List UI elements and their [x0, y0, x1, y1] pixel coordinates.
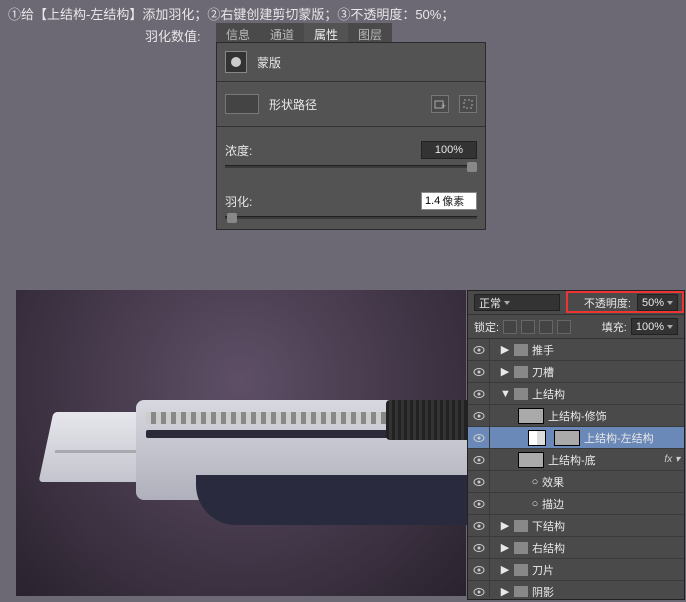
- folder-icon: [514, 586, 528, 598]
- visibility-eye-icon[interactable]: [468, 427, 490, 448]
- folder-icon: [514, 388, 528, 400]
- folder-icon: [514, 542, 528, 554]
- layer-tree: ▶推手▶刀槽▼上结构上结构-修饰上结构-左结构上结构-底fx ▾○效果○描边▶下…: [468, 339, 684, 597]
- visibility-eye-icon[interactable]: [468, 405, 490, 426]
- arrow-icon[interactable]: ▶: [500, 365, 510, 378]
- layers-panel: 正常 不透明度: 50% 锁定: 填充: 100% ▶ 推手 ▶ 刀槽 ▼ 上结构上结构-…: [467, 290, 685, 600]
- layer-row[interactable]: ○描边: [468, 493, 684, 515]
- layer-row[interactable]: 上结构-左结构: [468, 427, 684, 449]
- layer-row[interactable]: ▶ 刀片: [468, 559, 684, 581]
- arrow-icon[interactable]: ▶: [500, 541, 510, 554]
- layer-name: 刀片: [532, 562, 554, 578]
- visibility-eye-icon[interactable]: [468, 559, 490, 580]
- visibility-eye-icon[interactable]: [468, 361, 490, 382]
- canvas-preview: [16, 290, 466, 596]
- circle-icon: ○: [528, 476, 542, 488]
- density-slider[interactable]: [225, 165, 477, 168]
- layer-name: 阴影: [532, 584, 554, 598]
- layer-row[interactable]: ▶ 刀槽: [468, 361, 684, 383]
- svg-text:+: +: [441, 101, 446, 110]
- feather-value-label: 羽化数值:: [145, 26, 201, 45]
- layer-row[interactable]: 上结构-修饰: [468, 405, 684, 427]
- layer-row[interactable]: ▶ 右结构: [468, 537, 684, 559]
- lock-all-icon[interactable]: [557, 320, 571, 334]
- arrow-icon[interactable]: ▶: [500, 585, 510, 597]
- visibility-eye-icon[interactable]: [468, 383, 490, 404]
- layer-name: 下结构: [532, 518, 565, 534]
- shape-thumbnail[interactable]: [225, 94, 259, 114]
- layer-row[interactable]: ○效果: [468, 471, 684, 493]
- layer-name: 推手: [532, 342, 554, 358]
- layer-name: 上结构-左结构: [584, 430, 654, 446]
- visibility-eye-icon[interactable]: [468, 339, 490, 360]
- arrow-icon[interactable]: ▶: [500, 519, 510, 532]
- visibility-eye-icon[interactable]: [468, 493, 490, 514]
- folder-icon: [514, 344, 528, 356]
- layer-name: 描边: [542, 496, 564, 512]
- shape-bounds-icon[interactable]: [459, 95, 477, 113]
- blend-mode-select[interactable]: 正常: [474, 294, 560, 311]
- layer-name: 刀槽: [532, 364, 554, 380]
- fx-badge[interactable]: fx ▾: [664, 454, 680, 465]
- arrow-icon[interactable]: ▶: [500, 563, 510, 576]
- opacity-select[interactable]: 50%: [637, 294, 678, 311]
- layer-mask-thumb[interactable]: [528, 430, 546, 446]
- mask-icon[interactable]: [225, 51, 247, 73]
- layer-name: 右结构: [532, 540, 565, 556]
- density-label: 浓度:: [225, 142, 252, 159]
- visibility-eye-icon[interactable]: [468, 537, 490, 558]
- fill-select[interactable]: 100%: [631, 318, 678, 335]
- layer-name: 上结构-底: [548, 452, 596, 468]
- layer-name: 上结构-修饰: [548, 408, 607, 424]
- lock-move-icon[interactable]: [539, 320, 553, 334]
- folder-icon: [514, 564, 528, 576]
- lock-label: 锁定:: [474, 319, 499, 335]
- feather-slider[interactable]: [225, 216, 477, 219]
- fill-label: 填充:: [602, 319, 627, 335]
- feather-input[interactable]: 1.4像素: [421, 192, 477, 210]
- arrow-icon[interactable]: ▶: [500, 343, 510, 356]
- arrow-icon[interactable]: ▼: [500, 388, 510, 400]
- layer-row[interactable]: ▼ 上结构: [468, 383, 684, 405]
- circle-icon: ○: [528, 498, 542, 510]
- visibility-eye-icon[interactable]: [468, 471, 490, 492]
- shape-add-icon[interactable]: +: [431, 95, 449, 113]
- layer-thumb[interactable]: [554, 430, 580, 446]
- shape-path-label: 形状路径: [269, 96, 317, 113]
- layer-row[interactable]: ▶ 下结构: [468, 515, 684, 537]
- layer-row[interactable]: ▶ 推手: [468, 339, 684, 361]
- density-value[interactable]: 100%: [421, 141, 477, 159]
- feather-label: 羽化:: [225, 193, 252, 210]
- folder-icon: [514, 366, 528, 378]
- visibility-eye-icon[interactable]: [468, 449, 490, 470]
- opacity-label: 不透明度:: [584, 295, 631, 311]
- folder-icon: [514, 520, 528, 532]
- layer-thumb[interactable]: [518, 452, 544, 468]
- visibility-eye-icon[interactable]: [468, 515, 490, 536]
- mask-label: 蒙版: [257, 54, 281, 71]
- layer-row[interactable]: ▶ 阴影: [468, 581, 684, 597]
- visibility-eye-icon[interactable]: [468, 581, 490, 597]
- layer-thumb[interactable]: [518, 408, 544, 424]
- lock-transparency-icon[interactable]: [503, 320, 517, 334]
- properties-panel: 蒙版 形状路径 + 浓度: 100% 羽化: 1.4像素: [216, 42, 486, 230]
- layer-name: 效果: [542, 474, 564, 490]
- lock-brush-icon[interactable]: [521, 320, 535, 334]
- layer-row[interactable]: 上结构-底 fx ▾: [468, 449, 684, 471]
- layer-name: 上结构: [532, 386, 565, 402]
